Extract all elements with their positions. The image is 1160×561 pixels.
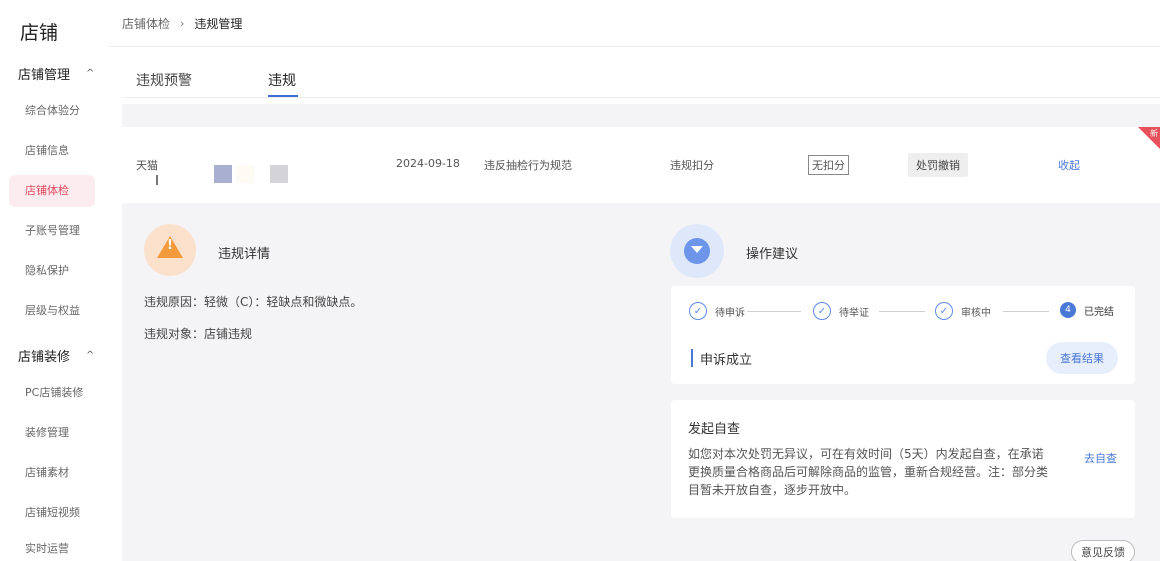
- status-badge: 处罚撤销: [908, 153, 968, 177]
- chevron-up-icon: ^: [86, 350, 95, 361]
- chevron-up-icon: ^: [86, 68, 95, 79]
- target-value: 店铺违规: [204, 327, 253, 341]
- sidebar-item-shop-checkup[interactable]: 店铺体检: [9, 175, 95, 207]
- group-shop-decor[interactable]: 店铺装修 ^: [18, 346, 94, 365]
- step-label: 审核中: [961, 307, 991, 319]
- tab-violation[interactable]: 违规: [268, 70, 296, 90]
- violation-detail-panel: [122, 203, 650, 561]
- violation-row: 天猫 2024-09-18 违反抽检行为规范 违规扣分 无扣分 处罚撤销 收起 …: [122, 127, 1160, 203]
- group-shop-decor-label: 店铺装修: [18, 350, 71, 365]
- violation-platform: 天猫: [136, 159, 158, 172]
- self-check-text: 如您对本次处罚无异议，可在有效时间（5天）内发起自查，在承诺更换质量合格商品后可…: [688, 447, 1049, 497]
- self-check-link[interactable]: 去自查: [1084, 450, 1117, 466]
- warning-exclamation-icon: !: [167, 238, 173, 253]
- deduction-type: 违规扣分: [670, 159, 714, 172]
- sidebar-item-tier-benefits[interactable]: 层级与权益: [9, 295, 95, 327]
- breadcrumb-separator-icon: ›: [180, 17, 185, 30]
- sidebar-item-shop-info[interactable]: 店铺信息: [9, 135, 95, 167]
- sidebar-item-privacy[interactable]: 隐私保护: [9, 255, 95, 287]
- redacted-block: [214, 165, 232, 183]
- step-pending-evidence: ✓ 待举证: [813, 302, 869, 320]
- check-circle-icon: ✓: [689, 302, 707, 320]
- appeal-accent-bar: [691, 349, 693, 367]
- breadcrumb-current: 违规管理: [194, 17, 243, 31]
- detail-title: 违规详情: [218, 247, 271, 262]
- step-completed: 4 已完结: [1060, 302, 1114, 318]
- violation-date: 2024-09-18: [396, 157, 460, 170]
- sidebar: 店铺 店铺管理 ^ 综合体验分 店铺信息 店铺体检 子账号管理 隐私保护 层级与…: [0, 0, 108, 561]
- check-circle-icon: ✓: [813, 302, 831, 320]
- tab-violation-warning[interactable]: 违规预警: [136, 70, 192, 90]
- feedback-button[interactable]: 意见反馈: [1071, 540, 1135, 561]
- reason-label: 违规原因：: [144, 295, 205, 309]
- collapse-link[interactable]: 收起: [1058, 157, 1080, 173]
- group-shop-manage[interactable]: 店铺管理 ^: [18, 64, 94, 83]
- funnel-shape-icon: [691, 246, 703, 253]
- redacted-mark: [156, 175, 158, 185]
- appeal-result: 申诉成立: [700, 353, 753, 368]
- redacted-block: [270, 165, 288, 183]
- step-number-icon: 4: [1060, 302, 1076, 318]
- step-connector: [747, 311, 801, 312]
- breadcrumb-parent[interactable]: 店铺体检: [122, 15, 170, 32]
- sidebar-item-materials[interactable]: 店铺素材: [9, 457, 95, 489]
- step-pending-appeal: ✓ 待申诉: [689, 302, 745, 320]
- detail-target: 违规对象：店铺违规: [144, 325, 252, 342]
- step-label: 已完结: [1084, 306, 1114, 318]
- self-check-title: 发起自查: [688, 422, 741, 437]
- tabs-divider: [122, 97, 1160, 98]
- violation-rule: 违反抽检行为规范: [484, 159, 572, 172]
- sidebar-item-short-video[interactable]: 店铺短视频: [9, 497, 95, 529]
- view-result-button[interactable]: 查看结果: [1046, 342, 1118, 374]
- deduction-value-badge: 无扣分: [808, 155, 849, 175]
- sidebar-item-pc-decor[interactable]: PC店铺装修: [9, 377, 95, 409]
- target-label: 违规对象：: [144, 327, 205, 341]
- sidebar-item-overall-score[interactable]: 综合体验分: [9, 95, 95, 127]
- brand-title: 店铺: [20, 22, 59, 44]
- group-shop-manage-label: 店铺管理: [18, 68, 71, 83]
- new-badge-text: 新: [1150, 129, 1158, 138]
- step-connector: [879, 311, 925, 312]
- check-circle-icon: ✓: [935, 302, 953, 320]
- sidebar-item-decor-manage[interactable]: 装修管理: [9, 417, 95, 449]
- detail-reason: 违规原因：轻微（C）：轻缺点和微缺点。: [144, 293, 362, 310]
- sidebar-item-subaccounts[interactable]: 子账号管理: [9, 215, 95, 247]
- step-label: 待举证: [839, 307, 869, 319]
- suggestion-title: 操作建议: [746, 247, 799, 262]
- redacted-block: [236, 165, 254, 183]
- reason-value: 轻微（C）：轻缺点和微缺点。: [204, 295, 363, 309]
- header-divider: [108, 46, 1160, 47]
- step-label: 待申诉: [715, 307, 745, 319]
- step-connector: [1003, 311, 1049, 312]
- sidebar-item-realtime-ops[interactable]: 实时运营: [9, 533, 95, 561]
- breadcrumb: 店铺体检 › 违规管理: [122, 15, 242, 32]
- step-reviewing: ✓ 审核中: [935, 302, 991, 320]
